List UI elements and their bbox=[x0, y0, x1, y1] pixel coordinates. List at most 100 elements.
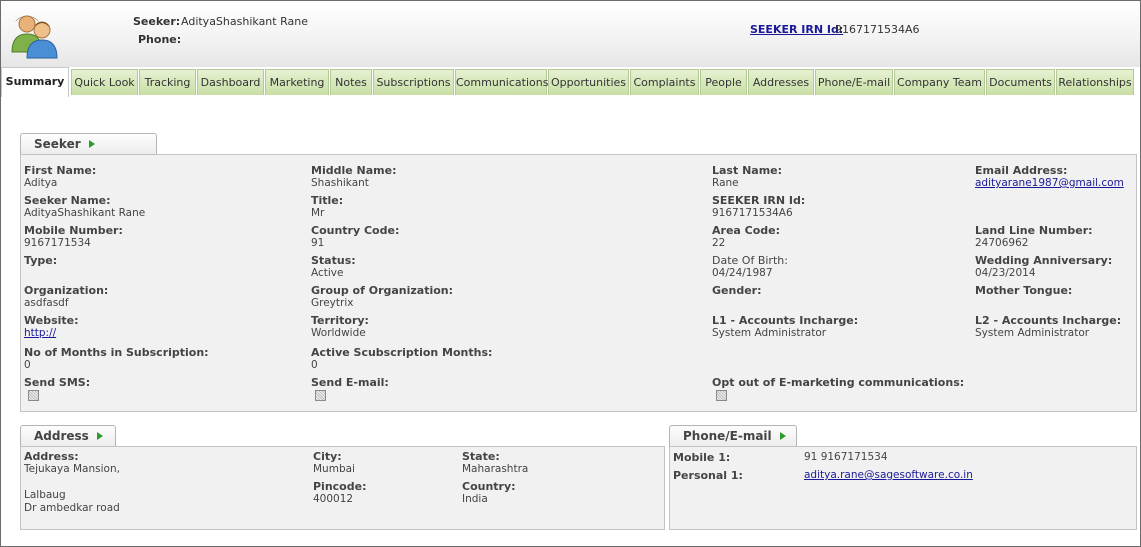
send-email-checkbox[interactable] bbox=[315, 390, 326, 401]
tab-tracking[interactable]: Tracking bbox=[139, 69, 196, 95]
tab-bar: Summary Quick Look Tracking Dashboard Ma… bbox=[1, 67, 1140, 97]
status-value: Active bbox=[311, 267, 344, 279]
wedding-anniversary-value: 04/23/2014 bbox=[975, 267, 1036, 279]
mobile-number-label: Mobile Number: bbox=[24, 224, 123, 237]
area-code-label: Area Code: bbox=[712, 224, 781, 237]
tab-company-team[interactable]: Company Team bbox=[894, 69, 985, 95]
seeker-irn-link[interactable]: SEEKER IRN Id: bbox=[750, 23, 843, 36]
l2-accounts-label: L2 - Accounts Incharge: bbox=[975, 314, 1122, 327]
tab-marketing[interactable]: Marketing bbox=[265, 69, 329, 95]
seeker-name-value: AdityaShashikant Rane bbox=[24, 207, 146, 219]
country-label: Country: bbox=[462, 480, 516, 493]
tab-complaints[interactable]: Complaints bbox=[630, 69, 699, 95]
tab-notes[interactable]: Notes bbox=[330, 69, 372, 95]
title-value: Mr bbox=[311, 207, 325, 219]
state-label: State: bbox=[462, 450, 500, 463]
expand-arrow-icon bbox=[779, 431, 786, 440]
tab-quick-look[interactable]: Quick Look bbox=[71, 69, 138, 95]
address-section-tab[interactable]: Address bbox=[20, 425, 116, 447]
send-sms-checkbox[interactable] bbox=[28, 390, 39, 401]
seeker-panel bbox=[20, 154, 1137, 412]
seeker-header: Seeker: AdityaShashikant Rane Phone: SEE… bbox=[1, 1, 1140, 67]
mother-tongue-label: Mother Tongue: bbox=[975, 284, 1073, 297]
tab-subscriptions[interactable]: Subscriptions bbox=[373, 69, 454, 95]
status-label: Status: bbox=[311, 254, 356, 267]
header-phone-label: Phone: bbox=[138, 33, 182, 46]
last-name-label: Last Name: bbox=[712, 164, 783, 177]
landline-label: Land Line Number: bbox=[975, 224, 1093, 237]
tab-addresses[interactable]: Addresses bbox=[748, 69, 814, 95]
address-line-3: Dr ambedkar road bbox=[24, 502, 120, 514]
country-code-label: Country Code: bbox=[311, 224, 400, 237]
middle-name-label: Middle Name: bbox=[311, 164, 397, 177]
last-name-value: Rane bbox=[712, 177, 739, 189]
opt-out-label: Opt out of E-marketing communications: bbox=[712, 376, 965, 389]
seeker-section-title: Seeker bbox=[34, 137, 81, 151]
middle-name-value: Shashikant bbox=[311, 177, 369, 189]
area-code-value: 22 bbox=[712, 237, 726, 249]
seeker-irn-value: 9167171534A6 bbox=[835, 23, 920, 36]
expand-arrow-icon bbox=[96, 431, 103, 440]
personal-1-email-link[interactable]: aditya.rane@sagesoftware.co.in bbox=[804, 469, 973, 481]
first-name-label: First Name: bbox=[24, 164, 97, 177]
mobile-1-label: Mobile 1: bbox=[673, 451, 731, 464]
l1-accounts-value: System Administrator bbox=[712, 327, 827, 339]
country-code-value: 91 bbox=[311, 237, 325, 249]
pincode-label: Pincode: bbox=[313, 480, 367, 493]
personal-1-label: Personal 1: bbox=[673, 469, 743, 482]
organization-label: Organization: bbox=[24, 284, 109, 297]
dob-value: 04/24/1987 bbox=[712, 267, 773, 279]
website-label: Website: bbox=[24, 314, 79, 327]
address-label: Address: bbox=[24, 450, 79, 463]
title-label: Title: bbox=[311, 194, 344, 207]
address-line-2: Lalbaug bbox=[24, 489, 66, 501]
landline-value: 24706962 bbox=[975, 237, 1029, 249]
header-seeker-name: AdityaShashikant Rane bbox=[181, 15, 308, 28]
organization-value: asdfasdf bbox=[24, 297, 69, 309]
territory-value: Worldwide bbox=[311, 327, 366, 339]
tab-summary[interactable]: Summary bbox=[1, 67, 69, 97]
irn-id-value: 9167171534A6 bbox=[712, 207, 793, 219]
tab-phone-email[interactable]: Phone/E-mail bbox=[815, 69, 893, 95]
months-subscription-value: 0 bbox=[24, 359, 31, 371]
l1-accounts-label: L1 - Accounts Incharge: bbox=[712, 314, 859, 327]
phone-email-section-title: Phone/E-mail bbox=[683, 429, 772, 443]
city-label: City: bbox=[313, 450, 342, 463]
l2-accounts-value: System Administrator bbox=[975, 327, 1090, 339]
irn-id-label: SEEKER IRN Id: bbox=[712, 194, 806, 207]
tab-documents[interactable]: Documents bbox=[986, 69, 1055, 95]
mobile-number-value: 9167171534 bbox=[24, 237, 91, 249]
group-org-label: Group of Organization: bbox=[311, 284, 454, 297]
tab-opportunities[interactable]: Opportunities bbox=[548, 69, 629, 95]
group-org-value: Greytrix bbox=[311, 297, 354, 309]
phone-email-section-tab[interactable]: Phone/E-mail bbox=[669, 425, 797, 447]
expand-arrow-icon bbox=[88, 139, 95, 148]
pincode-value: 400012 bbox=[313, 493, 354, 505]
phone-email-panel bbox=[669, 446, 1137, 530]
email-address-label: Email Address: bbox=[975, 164, 1068, 177]
months-subscription-label: No of Months in Subscription: bbox=[24, 346, 209, 359]
send-email-label: Send E-mail: bbox=[311, 376, 389, 389]
website-link[interactable]: http:// bbox=[24, 327, 56, 339]
seeker-section-tab[interactable]: Seeker bbox=[20, 133, 157, 155]
opt-out-checkbox[interactable] bbox=[716, 390, 727, 401]
users-icon bbox=[11, 15, 58, 59]
country-value: India bbox=[462, 493, 488, 505]
tab-communications[interactable]: Communications bbox=[455, 69, 548, 95]
active-subscription-value: 0 bbox=[311, 359, 318, 371]
type-label: Type: bbox=[24, 254, 58, 267]
tab-people[interactable]: People bbox=[700, 69, 747, 95]
email-address-link[interactable]: adityarane1987@gmail.com bbox=[975, 177, 1124, 189]
state-value: Maharashtra bbox=[462, 463, 529, 475]
send-sms-label: Send SMS: bbox=[24, 376, 91, 389]
tab-relationships[interactable]: Relationships bbox=[1056, 69, 1134, 95]
address-section-title: Address bbox=[34, 429, 89, 443]
tab-dashboard[interactable]: Dashboard bbox=[197, 69, 264, 95]
address-line-1: Tejukaya Mansion, bbox=[24, 463, 120, 475]
dob-label: Date Of Birth: bbox=[712, 254, 788, 267]
mobile-1-value: 91 9167171534 bbox=[804, 451, 888, 463]
wedding-anniversary-label: Wedding Anniversary: bbox=[975, 254, 1113, 267]
header-seeker-label: Seeker: bbox=[133, 15, 181, 28]
active-subscription-label: Active Scubscription Months: bbox=[311, 346, 493, 359]
seeker-name-label: Seeker Name: bbox=[24, 194, 111, 207]
